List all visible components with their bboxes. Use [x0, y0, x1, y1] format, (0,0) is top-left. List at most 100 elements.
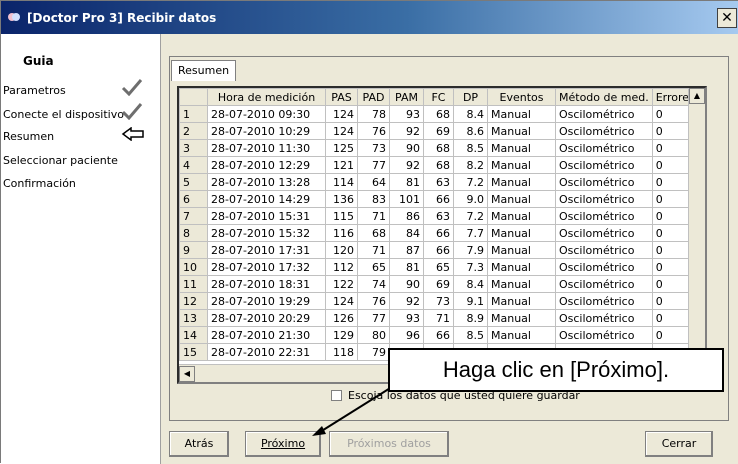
main-window: [Doctor Pro 3] Recibir datos ✕ Guia Para…	[0, 0, 738, 464]
table-cell: 80	[357, 326, 390, 344]
col-header-fc[interactable]: FC	[423, 88, 454, 106]
table-cell: 66	[423, 326, 454, 344]
table-cell: 76	[357, 122, 390, 140]
col-header-pam[interactable]: PAM	[389, 88, 424, 106]
table-row[interactable]: 8 28-07-2010 15:32 116 68 84 66 7.7 Manual Oscil…	[179, 224, 699, 242]
next-data-button[interactable]: Próximos datos	[329, 431, 449, 457]
table-row[interactable]: 7 28-07-2010 15:31 115 71 86 63 7.2 Manual Oscil…	[179, 207, 699, 225]
table-cell: 7	[179, 207, 208, 225]
table-cell: 63	[423, 173, 454, 191]
table-cell: 28-07-2010 15:32	[207, 224, 326, 242]
table-cell: 93	[389, 105, 424, 123]
table-row[interactable]: 9 28-07-2010 17:31 120 71 87 66 7.9 Manual Oscil…	[179, 241, 699, 259]
table-cell: 92	[389, 156, 424, 174]
table-cell: 64	[357, 173, 390, 191]
table-cell: 121	[325, 156, 358, 174]
table-row[interactable]: 12 28-07-2010 19:29 124 76 92 73 9.1 Manual Osci…	[179, 292, 699, 310]
table-cell: 86	[389, 207, 424, 225]
table-cell: 1	[179, 105, 208, 123]
table-cell: 74	[357, 275, 390, 293]
table-row[interactable]: 4 28-07-2010 12:29 121 77 92 68 8.2 Manual Oscil…	[179, 156, 699, 174]
next-button[interactable]: Próximo	[245, 431, 321, 457]
table-cell: 28-07-2010 19:29	[207, 292, 326, 310]
vertical-scrollbar[interactable]: ▲	[688, 88, 705, 364]
guide-sidebar: Guia Parametros Conecte el dispositivo R…	[1, 34, 161, 464]
table-cell: 8.4	[453, 105, 488, 123]
table-cell: 28-07-2010 14:29	[207, 190, 326, 208]
close-button[interactable]: Cerrar	[645, 431, 713, 457]
table-cell: 8.2	[453, 156, 488, 174]
table-row[interactable]: 13 28-07-2010 20:29 126 77 93 71 8.9 Manual Osci…	[179, 309, 699, 327]
table-row[interactable]: 1 28-07-2010 09:30 124 78 93 68 8.4 Manual Oscil…	[179, 105, 699, 123]
table-cell: Oscilométrico	[555, 241, 653, 259]
table-cell: 92	[389, 122, 424, 140]
app-icon	[8, 12, 20, 21]
scroll-up-arrow-icon[interactable]: ▲	[689, 88, 705, 104]
col-header-eventos[interactable]: Eventos	[487, 88, 556, 106]
table-cell: 136	[325, 190, 358, 208]
col-header-index[interactable]	[179, 88, 208, 106]
table-cell: 90	[389, 139, 424, 157]
save-selection-checkbox[interactable]	[331, 390, 342, 401]
table-row[interactable]: 10 28-07-2010 17:32 112 65 81 65 7.3 Manual Osci…	[179, 258, 699, 276]
table-cell: 28-07-2010 13:28	[207, 173, 326, 191]
table-cell: 118	[325, 343, 358, 361]
table-cell: 8.5	[453, 139, 488, 157]
table-cell: 101	[389, 190, 424, 208]
title-bar: [Doctor Pro 3] Recibir datos ✕	[1, 1, 738, 34]
close-window-button[interactable]: ✕	[717, 8, 737, 28]
table-cell: 124	[325, 292, 358, 310]
table-cell: 28-07-2010 21:30	[207, 326, 326, 344]
table-cell: Oscilométrico	[555, 292, 653, 310]
table-cell: 116	[325, 224, 358, 242]
table-cell: 65	[357, 258, 390, 276]
table-cell: Oscilométrico	[555, 224, 653, 242]
col-header-pad[interactable]: PAD	[357, 88, 390, 106]
measurements-table: Hora de medición PAS PAD PAM FC DP Event…	[179, 88, 699, 361]
table-cell: 66	[423, 241, 454, 259]
table-cell: 8.5	[453, 326, 488, 344]
table-cell: Oscilométrico	[555, 275, 653, 293]
table-cell: 9.0	[453, 190, 488, 208]
table-cell: 63	[423, 207, 454, 225]
table-cell: 81	[389, 258, 424, 276]
table-cell: 92	[389, 292, 424, 310]
table-cell: Manual	[487, 309, 556, 327]
table-cell: 68	[357, 224, 390, 242]
window-title: [Doctor Pro 3] Recibir datos	[27, 10, 217, 25]
col-header-pas[interactable]: PAS	[325, 88, 358, 106]
sidebar-step-parametros: Parametros	[3, 84, 66, 97]
table-cell: 77	[357, 309, 390, 327]
table-cell: 12	[179, 292, 208, 310]
table-cell: Manual	[487, 122, 556, 140]
table-cell: 115	[325, 207, 358, 225]
col-header-dp[interactable]: DP	[453, 88, 488, 106]
table-cell: 8	[179, 224, 208, 242]
back-button[interactable]: Atrás	[169, 431, 229, 457]
table-row[interactable]: 6 28-07-2010 14:29 136 83 101 66 9.0 Manual Osci…	[179, 190, 699, 208]
table-row[interactable]: 5 28-07-2010 13:28 114 64 81 63 7.2 Manual Oscil…	[179, 173, 699, 191]
table-cell: Manual	[487, 326, 556, 344]
table-cell: 68	[423, 139, 454, 157]
table-row[interactable]: 14 28-07-2010 21:30 129 80 96 66 8.5 Manual Osci…	[179, 326, 699, 344]
table-row[interactable]: 11 28-07-2010 18:31 122 74 90 69 8.4 Manual Osci…	[179, 275, 699, 293]
tab-resumen[interactable]: Resumen	[171, 60, 237, 81]
table-cell: 124	[325, 105, 358, 123]
table-cell: 83	[357, 190, 390, 208]
table-cell: 15	[179, 343, 208, 361]
table-cell: 10	[179, 258, 208, 276]
table-row[interactable]: 2 28-07-2010 10:29 124 76 92 69 8.6 Manual Oscil…	[179, 122, 699, 140]
data-grid[interactable]: Hora de medición PAS PAD PAM FC DP Event…	[177, 86, 707, 384]
col-header-time[interactable]: Hora de medición	[207, 88, 326, 106]
table-cell: 84	[389, 224, 424, 242]
table-cell: Manual	[487, 105, 556, 123]
col-header-metodo[interactable]: Método de med.	[555, 88, 653, 106]
sidebar-step-resumen: Resumen	[3, 130, 55, 143]
table-row[interactable]: 3 28-07-2010 11:30 125 73 90 68 8.5 Manual Oscil…	[179, 139, 699, 157]
table-cell: 28-07-2010 17:31	[207, 241, 326, 259]
table-cell: 120	[325, 241, 358, 259]
instruction-callout: Haga clic en [Próximo].	[388, 348, 724, 392]
table-cell: 28-07-2010 15:31	[207, 207, 326, 225]
scroll-left-arrow-icon[interactable]: ◀	[179, 366, 195, 382]
table-cell: 65	[423, 258, 454, 276]
